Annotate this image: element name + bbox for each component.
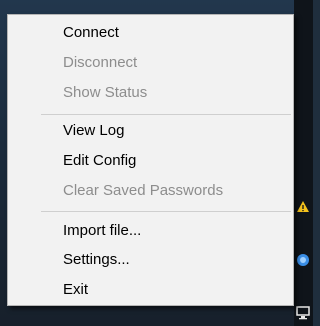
taskbar — [294, 0, 313, 326]
menu-item-clear-saved-passwords: Clear Saved Passwords — [63, 182, 224, 199]
blue-app-icon[interactable] — [296, 253, 310, 267]
network-icon[interactable] — [295, 306, 310, 320]
menu-item-import-file[interactable]: Import file... — [8, 217, 293, 245]
menu-separator — [41, 211, 291, 212]
menu-item-edit-config[interactable]: Edit Config — [8, 147, 293, 175]
warning-shield-icon[interactable] — [296, 200, 310, 214]
menu-separator — [41, 114, 291, 115]
menu-item-connect[interactable]: Connect — [8, 19, 293, 47]
menu-item-disconnect: Disconnect — [63, 54, 138, 71]
menu-item-show-status: Show Status — [63, 84, 148, 101]
menu-item-settings[interactable]: Settings... — [8, 246, 293, 274]
menu-item-exit[interactable]: Exit — [8, 276, 293, 304]
menu-item-view-log[interactable]: View Log — [8, 117, 293, 145]
tray-context-menu: Connect Disconnect Show Status View Log … — [7, 14, 294, 306]
